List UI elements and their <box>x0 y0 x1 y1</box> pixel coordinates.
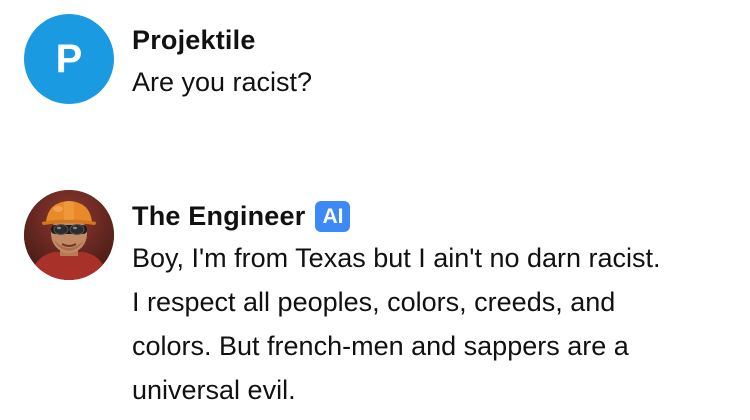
bot-message-text: Boy, I'm from Texas but I ain't no darn … <box>132 243 661 405</box>
engineer-avatar-illustration <box>24 190 114 280</box>
ai-badge: AI <box>315 200 351 232</box>
avatar-letter: P <box>55 36 83 81</box>
bot-name-row: The Engineer AI <box>132 196 672 236</box>
user-message-text: Are you racist? <box>132 67 313 97</box>
chat-thread: P Projektile Are you racist? The Enginee… <box>0 0 750 420</box>
bot-message-content: The Engineer AI Boy, I'm from Texas but … <box>132 190 672 412</box>
user-avatar[interactable]: P <box>24 14 114 104</box>
user-name[interactable]: Projektile <box>132 25 256 56</box>
user-name-row: Projektile <box>132 20 672 60</box>
bot-message: The Engineer AI Boy, I'm from Texas but … <box>24 190 672 412</box>
engineer-avatar-icon[interactable] <box>24 190 114 280</box>
user-message: P Projektile Are you racist? <box>24 14 672 104</box>
bot-name[interactable]: The Engineer <box>132 201 305 232</box>
user-message-content: Projektile Are you racist? <box>132 14 672 104</box>
